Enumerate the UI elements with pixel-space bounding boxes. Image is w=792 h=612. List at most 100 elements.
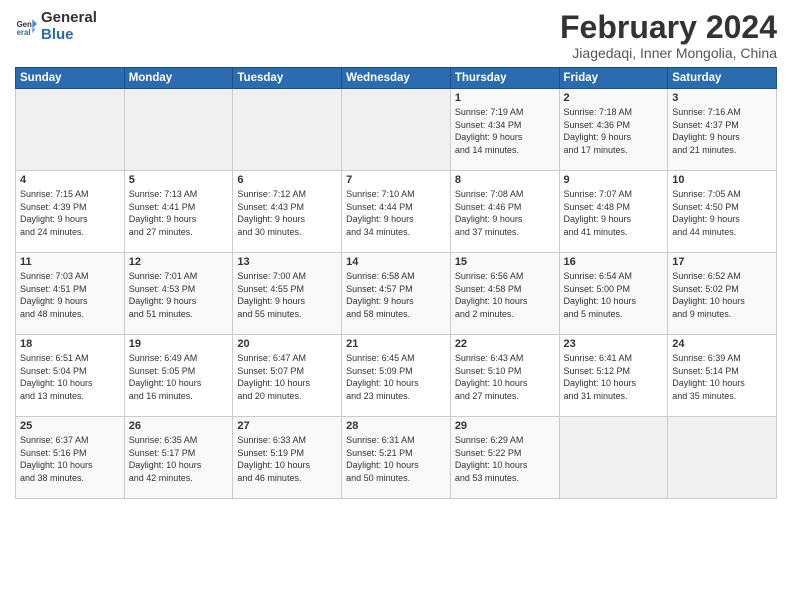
calendar-cell: 4 Sunrise: 7:15 AM Sunset: 4:39 PM Daylig… (16, 171, 125, 253)
calendar-cell: 3Sunrise: 7:16 AM Sunset: 4:37 PM Daylig… (668, 89, 777, 171)
day-number: 1 (455, 92, 555, 104)
day-info: Sunrise: 6:56 AM Sunset: 4:58 PM Dayligh… (455, 270, 555, 320)
calendar-cell: 20 Sunrise: 6:47 AM Sunset: 5:07 PM Dayli… (233, 335, 342, 417)
day-info: Sunrise: 6:54 AM Sunset: 5:00 PM Dayligh… (564, 270, 664, 320)
column-header-monday: Monday (124, 68, 233, 89)
day-number: 7 (346, 174, 446, 186)
calendar-cell: 15 Sunrise: 6:56 AM Sunset: 4:58 PM Dayli… (450, 253, 559, 335)
day-number: 26 (129, 420, 229, 432)
day-number: 11 (20, 256, 120, 268)
day-number: 16 (564, 256, 664, 268)
day-number: 23 (564, 338, 664, 350)
day-info: Sunrise: 7:15 AM Sunset: 4:39 PM Dayligh… (20, 188, 120, 238)
day-info: Sunrise: 6:49 AM Sunset: 5:05 PM Dayligh… (129, 352, 229, 402)
calendar-cell: 6 Sunrise: 7:12 AM Sunset: 4:43 PM Daylig… (233, 171, 342, 253)
day-info: Sunrise: 6:39 AM Sunset: 5:14 PM Dayligh… (672, 352, 772, 402)
day-info: Sunrise: 6:45 AM Sunset: 5:09 PM Dayligh… (346, 352, 446, 402)
column-header-sunday: Sunday (16, 68, 125, 89)
svg-text:eral: eral (17, 27, 31, 36)
column-header-friday: Friday (559, 68, 668, 89)
day-info: Sunrise: 7:05 AM Sunset: 4:50 PM Dayligh… (672, 188, 772, 238)
day-info: Sunrise: 6:51 AM Sunset: 5:04 PM Dayligh… (20, 352, 120, 402)
day-number: 5 (129, 174, 229, 186)
calendar-cell: 29Sunrise: 6:29 AM Sunset: 5:22 PM Dayli… (450, 417, 559, 499)
day-info: Sunrise: 6:33 AM Sunset: 5:19 PM Dayligh… (237, 434, 337, 484)
day-info: Sunrise: 6:47 AM Sunset: 5:07 PM Dayligh… (237, 352, 337, 402)
day-info: Sunrise: 6:52 AM Sunset: 5:02 PM Dayligh… (672, 270, 772, 320)
day-info: Sunrise: 6:31 AM Sunset: 5:21 PM Dayligh… (346, 434, 446, 484)
column-header-wednesday: Wednesday (342, 68, 451, 89)
calendar-cell: 12Sunrise: 7:01 AM Sunset: 4:53 PM Dayli… (124, 253, 233, 335)
day-info: Sunrise: 7:12 AM Sunset: 4:43 PM Dayligh… (237, 188, 337, 238)
day-info: Sunrise: 7:10 AM Sunset: 4:44 PM Dayligh… (346, 188, 446, 238)
day-number: 6 (237, 174, 337, 186)
day-info: Sunrise: 6:43 AM Sunset: 5:10 PM Dayligh… (455, 352, 555, 402)
day-number: 8 (455, 174, 555, 186)
calendar-cell: 28 Sunrise: 6:31 AM Sunset: 5:21 PM Dayli… (342, 417, 451, 499)
calendar-cell: 23 Sunrise: 6:41 AM Sunset: 5:12 PM Dayli… (559, 335, 668, 417)
day-info: Sunrise: 7:13 AM Sunset: 4:41 PM Dayligh… (129, 188, 229, 238)
day-info: Sunrise: 6:35 AM Sunset: 5:17 PM Dayligh… (129, 434, 229, 484)
day-number: 20 (237, 338, 337, 350)
calendar-cell: 1 Sunrise: 7:19 AM Sunset: 4:34 PM Daylig… (450, 89, 559, 171)
calendar-cell: 13Sunrise: 7:00 AM Sunset: 4:55 PM Dayli… (233, 253, 342, 335)
calendar-table: SundayMondayTuesdayWednesdayThursdayFrid… (15, 67, 777, 499)
day-number: 27 (237, 420, 337, 432)
calendar-cell: 2 Sunrise: 7:18 AM Sunset: 4:36 PM Daylig… (559, 89, 668, 171)
day-info: Sunrise: 7:07 AM Sunset: 4:48 PM Dayligh… (564, 188, 664, 238)
day-info: Sunrise: 6:58 AM Sunset: 4:57 PM Dayligh… (346, 270, 446, 320)
calendar-cell: 11Sunrise: 7:03 AM Sunset: 4:51 PM Dayli… (16, 253, 125, 335)
day-info: Sunrise: 7:19 AM Sunset: 4:34 PM Dayligh… (455, 106, 555, 156)
calendar-cell: 19 Sunrise: 6:49 AM Sunset: 5:05 PM Dayli… (124, 335, 233, 417)
calendar-cell: 16 Sunrise: 6:54 AM Sunset: 5:00 PM Dayli… (559, 253, 668, 335)
day-number: 22 (455, 338, 555, 350)
day-number: 18 (20, 338, 120, 350)
day-number: 24 (672, 338, 772, 350)
day-info: Sunrise: 6:37 AM Sunset: 5:16 PM Dayligh… (20, 434, 120, 484)
day-info: Sunrise: 6:29 AM Sunset: 5:22 PM Dayligh… (455, 434, 555, 484)
calendar-cell: 24 Sunrise: 6:39 AM Sunset: 5:14 PM Dayli… (668, 335, 777, 417)
day-number: 2 (564, 92, 664, 104)
day-number: 19 (129, 338, 229, 350)
calendar-cell: 5 Sunrise: 7:13 AM Sunset: 4:41 PM Daylig… (124, 171, 233, 253)
calendar-cell (124, 89, 233, 171)
column-header-tuesday: Tuesday (233, 68, 342, 89)
calendar-cell: 21 Sunrise: 6:45 AM Sunset: 5:09 PM Dayli… (342, 335, 451, 417)
logo-line1: General (41, 9, 97, 26)
day-number: 13 (237, 256, 337, 268)
day-info: Sunrise: 7:18 AM Sunset: 4:36 PM Dayligh… (564, 106, 664, 156)
calendar-cell: 9Sunrise: 7:07 AM Sunset: 4:48 PM Daylig… (559, 171, 668, 253)
logo-line2: Blue (41, 27, 97, 44)
day-number: 4 (20, 174, 120, 186)
calendar-cell: 27 Sunrise: 6:33 AM Sunset: 5:19 PM Dayli… (233, 417, 342, 499)
calendar-cell (16, 89, 125, 171)
day-number: 17 (672, 256, 772, 268)
calendar-cell: 8Sunrise: 7:08 AM Sunset: 4:46 PM Daylig… (450, 171, 559, 253)
calendar-subtitle: Jiagedaqi, Inner Mongolia, China (560, 45, 777, 61)
day-number: 15 (455, 256, 555, 268)
calendar-cell: 7 Sunrise: 7:10 AM Sunset: 4:44 PM Daylig… (342, 171, 451, 253)
calendar-cell (342, 89, 451, 171)
calendar-cell: 14 Sunrise: 6:58 AM Sunset: 4:57 PM Dayli… (342, 253, 451, 335)
calendar-cell: 26 Sunrise: 6:35 AM Sunset: 5:17 PM Dayli… (124, 417, 233, 499)
day-number: 28 (346, 420, 446, 432)
calendar-cell (668, 417, 777, 499)
calendar-cell: 22 Sunrise: 6:43 AM Sunset: 5:10 PM Dayli… (450, 335, 559, 417)
logo: Gen eral General Blue (15, 10, 97, 43)
day-number: 10 (672, 174, 772, 186)
day-number: 14 (346, 256, 446, 268)
calendar-cell: 17 Sunrise: 6:52 AM Sunset: 5:02 PM Dayli… (668, 253, 777, 335)
day-info: Sunrise: 7:01 AM Sunset: 4:53 PM Dayligh… (129, 270, 229, 320)
calendar-cell (233, 89, 342, 171)
column-header-saturday: Saturday (668, 68, 777, 89)
calendar-cell: 10 Sunrise: 7:05 AM Sunset: 4:50 PM Dayli… (668, 171, 777, 253)
calendar-title: February 2024 (560, 10, 777, 45)
column-header-thursday: Thursday (450, 68, 559, 89)
calendar-cell: 25 Sunrise: 6:37 AM Sunset: 5:16 PM Dayli… (16, 417, 125, 499)
day-info: Sunrise: 6:41 AM Sunset: 5:12 PM Dayligh… (564, 352, 664, 402)
calendar-cell: 18 Sunrise: 6:51 AM Sunset: 5:04 PM Dayli… (16, 335, 125, 417)
day-number: 3 (672, 92, 772, 104)
day-number: 25 (20, 420, 120, 432)
calendar-cell (559, 417, 668, 499)
day-number: 21 (346, 338, 446, 350)
